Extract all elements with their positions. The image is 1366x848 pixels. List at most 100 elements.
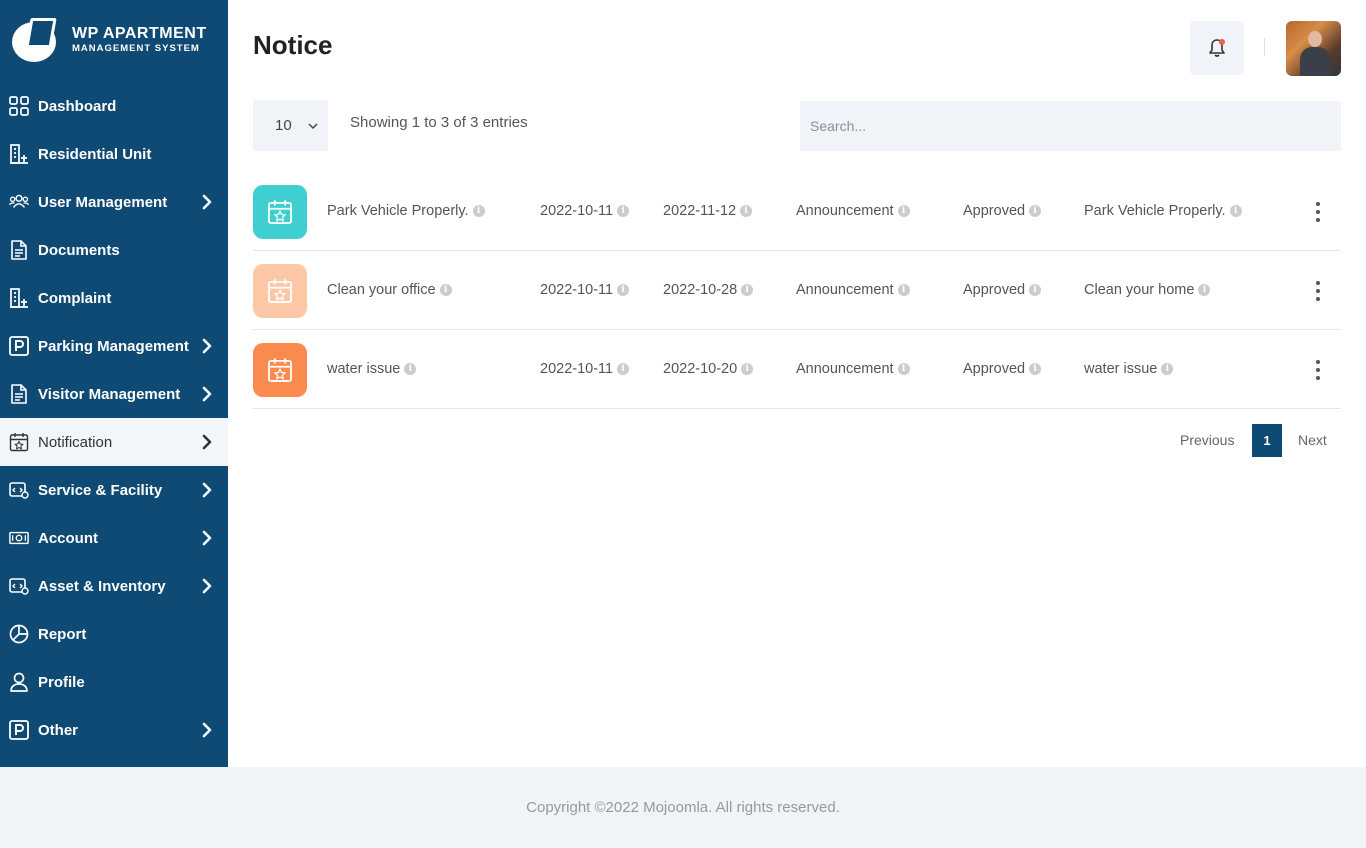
notice-type-text: Announcement [796,203,894,219]
notice-end-date-text: 2022-11-12 [663,203,737,219]
notice-table: Park Vehicle Properly. i 2022-10-11 i 2022-1… [253,172,1341,409]
info-icon[interactable]: i [897,284,910,296]
sidebar-item-label: Visitor Management [38,385,181,403]
sidebar-item-dashboard[interactable]: Dashboard [0,82,228,130]
notice-title-text: Clean your office [327,282,436,298]
header-divider [1264,38,1265,56]
info-icon[interactable]: i [741,363,754,375]
pagination-page-1[interactable]: 1 [1252,424,1282,457]
notice-title: Clean your office i [327,282,452,298]
info-icon[interactable]: i [1029,205,1042,217]
notice-type-badge [253,185,307,239]
info-icon[interactable]: i [1029,284,1042,296]
notice-end-date: 2022-10-20 i [663,361,754,377]
notice-description: Park Vehicle Properly. i [1084,203,1242,219]
notice-start-date-text: 2022-10-11 [540,361,614,377]
notification-dot [1219,39,1225,45]
info-icon[interactable]: i [472,205,485,217]
sidebar-item-complaint[interactable]: Complaint [0,274,228,322]
calendar-star-icon [268,200,292,224]
notice-start-date: 2022-10-11 i [540,203,630,219]
user-avatar[interactable] [1286,21,1341,76]
pagination-next[interactable]: Next [1298,432,1327,448]
pagination-previous[interactable]: Previous [1180,432,1234,448]
search-input[interactable] [800,101,1341,151]
info-icon[interactable]: i [1198,284,1211,296]
more-options-icon[interactable] [1310,279,1326,303]
info-icon[interactable]: i [897,205,910,217]
notice-end-date: 2022-11-12 i [663,203,753,219]
notice-type-badge [253,264,307,318]
table-info: Showing 1 to 3 of 3 entries [350,114,528,131]
sidebar-item-label: Other [38,721,79,739]
notice-type: Announcement i [796,282,910,298]
sidebar-item-documents[interactable]: Documents [0,226,228,274]
notice-title: Park Vehicle Properly. i [327,203,485,219]
money-icon [9,528,29,548]
sidebar-item-visitor-management[interactable]: Visitor Management [0,370,228,418]
notice-end-date-text: 2022-10-28 [663,282,738,298]
notice-type: Announcement i [796,203,910,219]
sidebar-item-label: Parking Management [38,337,189,355]
document-icon [9,240,29,260]
sidebar-item-label: User Management [38,193,168,211]
dashboard-icon [9,96,29,116]
notice-description-text: water issue [1084,361,1158,377]
sidebar: WP APARTMENT MANAGEMENT SYSTEM Dashboard… [0,0,228,767]
info-icon[interactable]: i [617,363,630,375]
sidebar-item-label: Service & Facility [38,481,163,499]
sidebar-item-label: Asset & Inventory [38,577,166,595]
sidebar-item-label: Documents [38,241,120,259]
brand-logo[interactable]: WP APARTMENT MANAGEMENT SYSTEM [0,0,228,80]
info-icon[interactable]: i [617,205,630,217]
info-icon[interactable]: i [1229,205,1242,217]
sidebar-item-service-and-facility[interactable]: Service & Facility [0,466,228,514]
sidebar-item-residential-unit[interactable]: Residential Unit [0,130,228,178]
notice-description: water issue i [1084,361,1174,377]
brand-title: WP APARTMENT [72,25,207,42]
building-icon [9,288,29,308]
chevron-right-icon [200,338,214,354]
info-icon[interactable]: i [1029,363,1042,375]
notice-status-text: Approved [963,203,1026,219]
sidebar-item-report[interactable]: Report [0,610,228,658]
users-icon [9,192,29,212]
info-icon[interactable]: i [404,363,417,375]
info-icon[interactable]: i [741,284,754,296]
chevron-right-icon [200,434,214,450]
sidebar-item-label: Profile [38,673,85,691]
sidebar-item-other[interactable]: Other [0,706,228,754]
sidebar-item-asset-and-inventory[interactable]: Asset & Inventory [0,562,228,610]
info-icon[interactable]: i [1161,363,1174,375]
more-options-icon[interactable] [1310,200,1326,224]
info-icon[interactable]: i [897,363,910,375]
info-icon[interactable]: i [617,284,630,296]
notice-type: Announcement i [796,361,910,377]
page-length-select[interactable]: 10 [253,100,328,151]
notice-start-date-text: 2022-10-11 [540,282,614,298]
notice-title-text: water issue [327,361,401,377]
sidebar-item-label: Dashboard [38,97,117,115]
notice-type-text: Announcement [796,361,894,377]
chevron-down-icon [308,123,318,130]
notice-status: Approved i [963,203,1042,219]
sidebar-item-profile[interactable]: Profile [0,658,228,706]
page-length-value: 10 [275,117,292,134]
info-icon[interactable]: i [439,284,452,296]
notification-button[interactable] [1190,21,1244,75]
building-icon [9,144,29,164]
notice-description-text: Clean your home [1084,282,1195,298]
service-icon [9,480,29,500]
sidebar-item-label: Residential Unit [38,145,152,163]
sidebar-item-parking-management[interactable]: Parking Management [0,322,228,370]
footer: Copyright ©2022 Mojoomla. All rights res… [0,767,1366,848]
sidebar-item-user-management[interactable]: User Management [0,178,228,226]
sidebar-item-account[interactable]: Account [0,514,228,562]
info-icon[interactable]: i [740,205,753,217]
table-row: water issue i 2022-10-11 i 2022-10-20 i Announ… [253,330,1341,409]
calendar-star-icon [268,358,292,382]
notice-start-date-text: 2022-10-11 [540,203,614,219]
more-options-icon[interactable] [1310,358,1326,382]
sidebar-item-notification[interactable]: Notification [0,418,228,466]
notice-type-badge [253,343,307,397]
